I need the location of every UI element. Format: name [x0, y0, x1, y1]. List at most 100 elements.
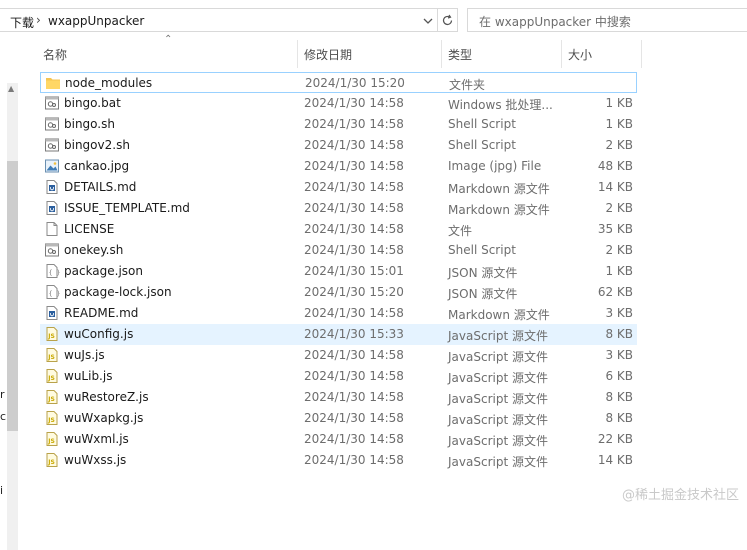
svg-text:JS: JS — [47, 459, 55, 466]
file-row[interactable]: JS wuLib.js 2024/1/30 14:58 JavaScript 源文件 6… — [40, 366, 637, 387]
file-row[interactable]: node_modules 2024/1/30 15:20 文件夹 — [40, 72, 637, 93]
breadcrumb-separator-icon: › — [36, 13, 41, 27]
image-file-icon — [44, 158, 60, 174]
file-row[interactable]: JS wuWxapkg.js 2024/1/30 14:58 JavaScript 源… — [40, 408, 637, 429]
file-name: wuWxml.js — [64, 432, 129, 446]
file-type: JavaScript 源文件 — [448, 371, 548, 385]
search-placeholder: 在 wxappUnpacker 中搜索 — [479, 15, 631, 29]
chevron-down-icon[interactable] — [421, 14, 435, 28]
column-divider[interactable] — [297, 40, 298, 68]
javascript-file-icon: JS — [44, 431, 60, 447]
file-size: 1 KB — [605, 117, 633, 131]
blank-file-icon — [44, 221, 60, 237]
file-row[interactable]: onekey.sh 2024/1/30 14:58 Shell Script 2 KB — [40, 240, 637, 261]
file-name: ISSUE_TEMPLATE.md — [64, 201, 190, 215]
file-type: Image (jpg) File — [448, 159, 542, 173]
column-header-name[interactable]: 名称 — [43, 46, 67, 63]
json-file-icon: { } — [44, 263, 60, 279]
file-name: onekey.sh — [64, 243, 124, 257]
markdown-file-icon — [44, 305, 60, 321]
file-name: cankao.jpg — [64, 159, 130, 173]
file-size: 14 KB — [597, 453, 633, 467]
file-modified-date: 2024/1/30 14:58 — [304, 411, 404, 425]
svg-text:JS: JS — [47, 354, 55, 361]
file-type: Markdown 源文件 — [448, 203, 550, 217]
file-row[interactable]: JS wuWxss.js 2024/1/30 14:58 JavaScript 源文件… — [40, 450, 637, 471]
svg-text:JS: JS — [47, 375, 55, 382]
column-header-date[interactable]: 修改日期 — [304, 46, 352, 63]
file-type: Shell Script — [448, 243, 516, 257]
file-modified-date: 2024/1/30 14:58 — [304, 159, 404, 173]
nav-item-partial[interactable]: c — [0, 410, 6, 423]
file-modified-date: 2024/1/30 14:58 — [304, 390, 404, 404]
file-row[interactable]: bingo.sh 2024/1/30 14:58 Shell Script 1 KB — [40, 114, 637, 135]
refresh-button[interactable] — [438, 8, 458, 32]
file-size: 48 KB — [597, 159, 633, 173]
svg-text:JS: JS — [47, 438, 55, 445]
markdown-file-icon — [44, 200, 60, 216]
file-row[interactable]: JS wuRestoreZ.js 2024/1/30 14:58 JavaScript… — [40, 387, 637, 408]
json-file-icon: { } — [44, 284, 60, 300]
file-row[interactable]: JS wuWxml.js 2024/1/30 14:58 JavaScript 源文件… — [40, 429, 637, 450]
svg-text:JS: JS — [47, 417, 55, 424]
file-modified-date: 2024/1/30 14:58 — [304, 180, 404, 194]
file-row[interactable]: { } package.json 2024/1/30 15:01 JSON 源文件 1 … — [40, 261, 637, 282]
breadcrumb[interactable]: 下载 › wxappUnpacker — [0, 8, 438, 32]
address-bar: 下载 › wxappUnpacker 在 wxappUnpacker 中搜索 — [0, 0, 747, 39]
javascript-file-icon: JS — [44, 389, 60, 405]
file-modified-date: 2024/1/30 14:58 — [304, 96, 404, 110]
file-type: 文件 — [448, 224, 473, 238]
breadcrumb-item-downloads[interactable]: 下载 — [10, 14, 34, 31]
file-row[interactable]: JS wuConfig.js 2024/1/30 15:33 JavaScript 源… — [40, 324, 637, 345]
nav-item-partial[interactable]: i — [0, 484, 3, 497]
nav-scrollbar-thumb[interactable] — [7, 161, 18, 431]
javascript-file-icon: JS — [44, 410, 60, 426]
column-divider[interactable] — [441, 40, 442, 68]
file-name: wuWxapkg.js — [64, 411, 144, 425]
refresh-icon — [442, 14, 453, 26]
file-row[interactable]: bingov2.sh 2024/1/30 14:58 Shell Script 2 K… — [40, 135, 637, 156]
file-row[interactable]: JS wuJs.js 2024/1/30 14:58 JavaScript 源文件 3 … — [40, 345, 637, 366]
column-header-type[interactable]: 类型 — [448, 46, 472, 63]
breadcrumb-item-current-folder[interactable]: wxappUnpacker — [48, 14, 144, 28]
file-size: 62 KB — [597, 285, 633, 299]
file-size: 3 KB — [605, 306, 633, 320]
file-name: wuLib.js — [64, 369, 113, 383]
file-size: 2 KB — [605, 243, 633, 257]
svg-text:{ }: { } — [49, 290, 60, 298]
file-row[interactable]: ISSUE_TEMPLATE.md 2024/1/30 14:58 Markdown… — [40, 198, 637, 219]
batch-file-icon — [44, 95, 60, 111]
file-size: 2 KB — [605, 201, 633, 215]
svg-text:JS: JS — [47, 396, 55, 403]
file-type: JSON 源文件 — [448, 266, 518, 280]
file-modified-date: 2024/1/30 14:58 — [304, 117, 404, 131]
file-modified-date: 2024/1/30 14:58 — [304, 453, 404, 467]
column-divider[interactable] — [561, 40, 562, 68]
file-row[interactable]: LICENSE 2024/1/30 14:58 文件 35 KB — [40, 219, 637, 240]
javascript-file-icon: JS — [44, 326, 60, 342]
file-name: LICENSE — [64, 222, 115, 236]
file-size: 8 KB — [605, 390, 633, 404]
file-modified-date: 2024/1/30 14:58 — [304, 222, 404, 236]
file-row[interactable]: cankao.jpg 2024/1/30 14:58 Image (jpg) Fil… — [40, 156, 637, 177]
file-type: 文件夹 — [449, 78, 486, 92]
file-row[interactable]: { } package-lock.json 2024/1/30 15:20 JSON … — [40, 282, 637, 303]
file-name: wuJs.js — [64, 348, 105, 362]
column-header-size[interactable]: 大小 — [568, 46, 592, 63]
file-name: wuConfig.js — [64, 327, 134, 341]
file-row[interactable]: DETAILS.md 2024/1/30 14:58 Markdown 源文件 14 … — [40, 177, 637, 198]
file-row[interactable]: bingo.bat 2024/1/30 14:58 Windows 批处理... 1 … — [40, 93, 637, 114]
nav-item-partial[interactable]: r — [0, 388, 5, 401]
file-type: JSON 源文件 — [448, 287, 518, 301]
file-type: Windows 批处理... — [448, 98, 553, 112]
search-input[interactable]: 在 wxappUnpacker 中搜索 — [467, 8, 747, 32]
file-modified-date: 2024/1/30 14:58 — [304, 348, 404, 362]
svg-text:JS: JS — [47, 333, 55, 340]
file-type: Shell Script — [448, 138, 516, 152]
scroll-up-arrow-icon[interactable]: ▲ — [8, 84, 14, 93]
javascript-file-icon: JS — [44, 452, 60, 468]
svg-text:{ }: { } — [49, 269, 60, 277]
file-row[interactable]: README.md 2024/1/30 14:58 Markdown 源文件 3 KB — [40, 303, 637, 324]
file-size: 22 KB — [597, 432, 633, 446]
column-divider[interactable] — [641, 40, 642, 68]
